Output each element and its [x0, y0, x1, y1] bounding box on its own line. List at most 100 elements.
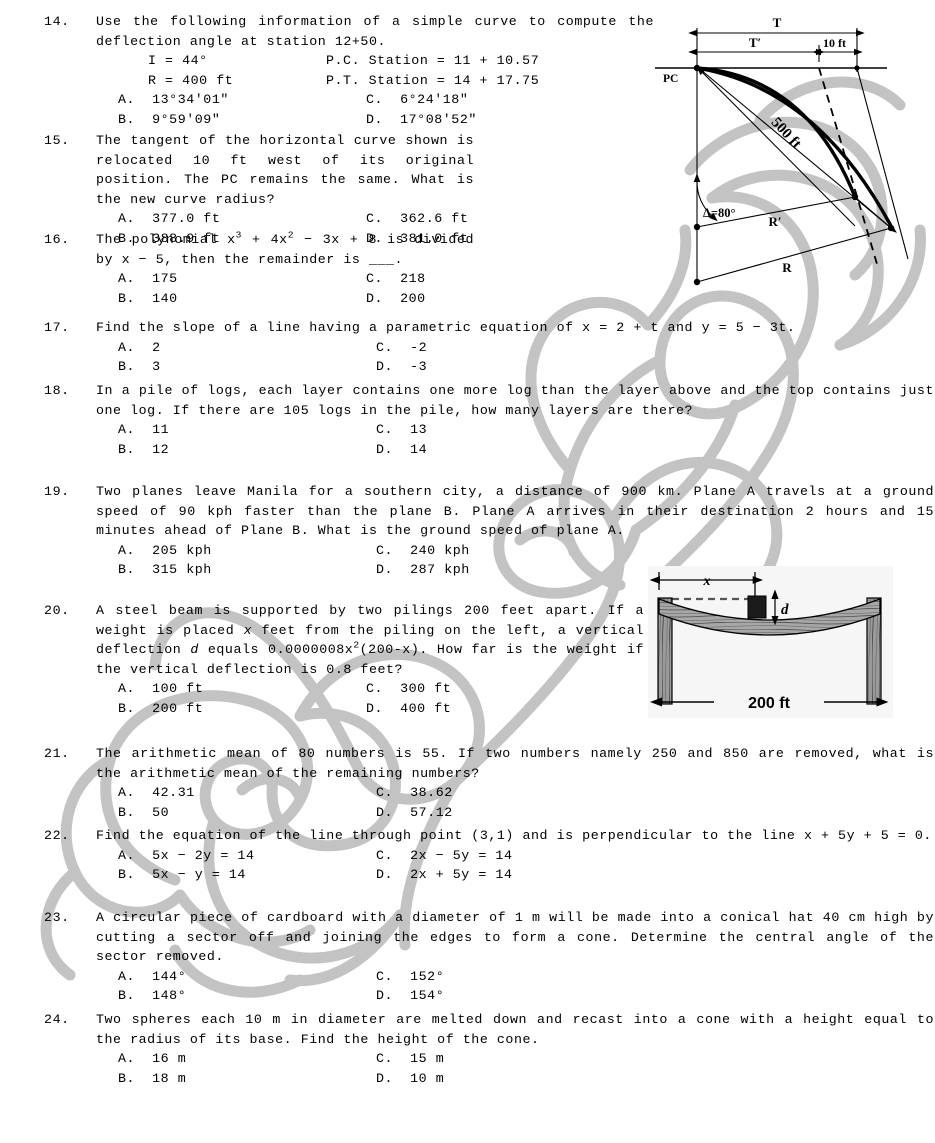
choice-c[interactable]: C. 6°24′18″ [366, 90, 654, 110]
question-stem: Find the slope of a line having a parame… [96, 320, 796, 335]
choice-a[interactable]: A. 11 [118, 420, 376, 440]
choice-a[interactable]: A. 144° [118, 967, 376, 987]
question-number: 19. [44, 484, 70, 499]
question-stem: A circular piece of cardboard with a dia… [96, 910, 934, 965]
choice-a[interactable]: A. 5x − 2y = 14 [118, 846, 376, 866]
choice-row: A. 377.0 ft C. 362.6 ft [118, 209, 474, 229]
question-stem: Two planes leave Manila for a southern c… [96, 484, 934, 539]
choice-row: A. 205 kph C. 240 kph [118, 541, 934, 561]
question-stem: Use the following information of a simpl… [96, 14, 654, 49]
choice-list: A. 100 ft C. 300 ft B. 200 ft D. 400 ft [96, 679, 644, 718]
question-item: 24. Two spheres each 10 m in diameter ar… [44, 1010, 934, 1088]
question-item: 20. A steel beam is supported by two pil… [44, 601, 644, 719]
question-number: 14. [44, 14, 70, 29]
question-givens: R = 400 ft P.T. Station = 14 + 17.75 [96, 71, 654, 91]
question-number: 21. [44, 746, 70, 761]
question-number: 20. [44, 603, 70, 618]
choice-b[interactable]: B. 9°59′09″ [118, 110, 366, 130]
choice-a[interactable]: A. 42.31 [118, 783, 376, 803]
curve-label-500ft: 500 ft [768, 115, 804, 152]
question-item: 14. Use the following information of a s… [44, 12, 654, 130]
choice-c[interactable]: C. 15 m [376, 1049, 934, 1069]
choice-row: A. 11 C. 13 [118, 420, 934, 440]
choice-row: A. 144° C. 152° [118, 967, 934, 987]
choice-list: A. 11 C. 13 B. 12 D. 14 [96, 420, 934, 459]
question-item: 22. Find the equation of the line throug… [44, 826, 934, 885]
choice-d[interactable]: D. 154° [376, 986, 934, 1006]
choice-c[interactable]: C. 218 [366, 269, 474, 289]
choice-row: B. 9°59′09″ D. 17°08′52″ [118, 110, 654, 130]
choice-list: A. 175 C. 218 B. 140 D. 200 [96, 269, 474, 308]
choice-a[interactable]: A. 13°34′01″ [118, 90, 366, 110]
choice-list: A. 2 C. -2 B. 3 D. -3 [96, 338, 934, 377]
curve-label-R-prime: R′ [768, 214, 781, 229]
choice-c[interactable]: C. 240 kph [376, 541, 934, 561]
choice-row: B. 200 ft D. 400 ft [118, 699, 644, 719]
choice-c[interactable]: C. 300 ft [366, 679, 644, 699]
choice-row: A. 42.31 C. 38.62 [118, 783, 934, 803]
beam-label-d: d [781, 602, 789, 618]
choice-b[interactable]: B. 140 [118, 289, 366, 309]
choice-a[interactable]: A. 205 kph [118, 541, 376, 561]
choice-c[interactable]: C. 13 [376, 420, 934, 440]
choice-c[interactable]: C. 152° [376, 967, 934, 987]
choice-a[interactable]: A. 100 ft [118, 679, 366, 699]
choice-row: B. 50 D. 57.12 [118, 803, 934, 823]
choice-d[interactable]: D. 10 m [376, 1069, 934, 1089]
choice-row: A. 16 m C. 15 m [118, 1049, 934, 1069]
choice-list: A. 16 m C. 15 m B. 18 m D. 10 m [96, 1049, 934, 1088]
given-left: I = 44° [148, 53, 208, 69]
curve-label-10ft: 10 ft [823, 36, 846, 50]
given-left: R = 400 ft [148, 72, 234, 88]
choice-list: A. 144° C. 152° B. 148° D. 154° [96, 967, 934, 1006]
question-number: 24. [44, 1012, 70, 1027]
question-item: 23. A circular piece of cardboard with a… [44, 908, 934, 1006]
question-stem: In a pile of logs, each layer contains o… [96, 383, 934, 418]
choice-row: B. 3 D. -3 [118, 357, 934, 377]
choice-d[interactable]: D. 17°08′52″ [366, 110, 654, 130]
question-item: 17. Find the slope of a line having a pa… [44, 318, 934, 377]
choice-b[interactable]: B. 50 [118, 803, 376, 823]
choice-d[interactable]: D. 2x + 5y = 14 [376, 865, 934, 885]
given-right: P.T. Station = 14 + 17.75 [326, 72, 540, 88]
question-stem: The arithmetic mean of 80 numbers is 55.… [96, 746, 934, 781]
question-stem: The tangent of the horizontal curve show… [96, 133, 474, 207]
choice-row: B. 140 D. 200 [118, 289, 474, 309]
choice-d[interactable]: D. -3 [376, 357, 934, 377]
choice-c[interactable]: C. -2 [376, 338, 934, 358]
choice-b[interactable]: B. 5x − y = 14 [118, 865, 376, 885]
choice-b[interactable]: B. 148° [118, 986, 376, 1006]
question-number: 17. [44, 320, 70, 335]
choice-d[interactable]: D. 200 [366, 289, 474, 309]
choice-a[interactable]: A. 2 [118, 338, 376, 358]
choice-b[interactable]: B. 200 ft [118, 699, 366, 719]
question-number: 15. [44, 133, 70, 148]
question-stem: Find the equation of the line through po… [96, 828, 932, 843]
question-stem: Two spheres each 10 m in diameter are me… [96, 1012, 934, 1047]
choice-d[interactable]: D. 14 [376, 440, 934, 460]
choice-row: A. 13°34′01″ C. 6°24′18″ [118, 90, 654, 110]
choice-c[interactable]: C. 2x − 5y = 14 [376, 846, 934, 866]
choice-c[interactable]: C. 38.62 [376, 783, 934, 803]
choice-a[interactable]: A. 377.0 ft [118, 209, 366, 229]
question-item: 21. The arithmetic mean of 80 numbers is… [44, 744, 934, 822]
beam-label-x: x [703, 574, 711, 589]
choice-a[interactable]: A. 175 [118, 269, 366, 289]
question-item: 16. The polynomial x3 + 4x2 − 3x + 8 is … [44, 230, 474, 308]
question-stem: A steel beam is supported by two pilings… [96, 603, 645, 677]
choice-b[interactable]: B. 3 [118, 357, 376, 377]
curve-label-R: R [782, 260, 792, 275]
choice-d[interactable]: D. 57.12 [376, 803, 934, 823]
choice-a[interactable]: A. 16 m [118, 1049, 376, 1069]
curve-label-delta: Δ=80° [703, 206, 735, 220]
choice-row: A. 2 C. -2 [118, 338, 934, 358]
beam-label-span: 200 ft [748, 695, 790, 712]
choice-b[interactable]: B. 315 kph [118, 560, 376, 580]
choice-d[interactable]: D. 400 ft [366, 699, 644, 719]
choice-b[interactable]: B. 12 [118, 440, 376, 460]
choice-c[interactable]: C. 362.6 ft [366, 209, 474, 229]
choice-row: A. 100 ft C. 300 ft [118, 679, 644, 699]
choice-row: B. 12 D. 14 [118, 440, 934, 460]
choice-list: A. 5x − 2y = 14 C. 2x − 5y = 14 B. 5x − … [96, 846, 934, 885]
choice-b[interactable]: B. 18 m [118, 1069, 376, 1089]
